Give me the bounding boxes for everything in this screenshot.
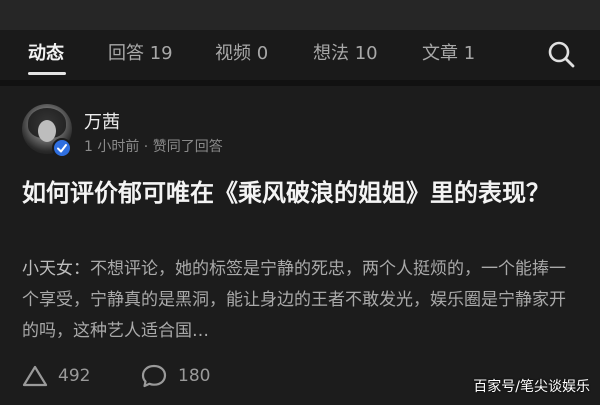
answer-author: 小天女： xyxy=(22,259,90,279)
active-tab-indicator xyxy=(28,72,66,75)
upvote-count: 492 xyxy=(58,366,91,386)
source-watermark: 百家号/笔尖谈娱乐 xyxy=(473,379,590,395)
answer-excerpt[interactable]: 小天女：不想评论，她的标签是宁静的死忠，两个人挺烦的，一个能捧一个享受，宁静真的… xyxy=(22,254,582,347)
activity-meta: 1 小时前 · 赞同了回答 xyxy=(84,139,223,155)
profile-tab-bar: 动态 回答 19 视频 0 想法 10 文章 1 xyxy=(0,30,600,78)
tab-videos[interactable]: 视频 0 xyxy=(215,42,268,66)
upvote-triangle-icon xyxy=(22,365,48,387)
top-frame xyxy=(0,0,600,30)
tab-articles[interactable]: 文章 1 xyxy=(422,42,475,66)
checkmark-icon xyxy=(57,144,67,153)
question-title[interactable]: 如何评价郁可唯在《乘风破浪的姐姐》里的表现？ xyxy=(22,176,582,210)
search-icon xyxy=(548,41,575,68)
tab-thoughts[interactable]: 想法 10 xyxy=(313,42,378,66)
comment-count: 180 xyxy=(178,366,211,386)
tab-answers[interactable]: 回答 19 xyxy=(108,42,173,66)
username[interactable]: 万茜 xyxy=(84,108,120,134)
upvote-button[interactable]: 492 xyxy=(22,362,90,390)
tab-overflow-fade xyxy=(470,30,528,78)
comment-button[interactable]: 180 xyxy=(140,362,210,390)
feed-card[interactable]: 万茜 1 小时前 · 赞同了回答 如何评价郁可唯在《乘风破浪的姐姐》里的表现？ … xyxy=(0,86,600,405)
tab-activity[interactable]: 动态 xyxy=(28,42,64,66)
avatar-face-shape xyxy=(38,120,56,142)
comment-bubble-icon xyxy=(141,364,167,388)
search-button[interactable] xyxy=(545,38,577,70)
answer-text: 不想评论，她的标签是宁静的死忠，两个人挺烦的，一个能捧一个享受，宁静真的是黑洞，… xyxy=(22,259,566,341)
verified-badge xyxy=(52,138,72,158)
